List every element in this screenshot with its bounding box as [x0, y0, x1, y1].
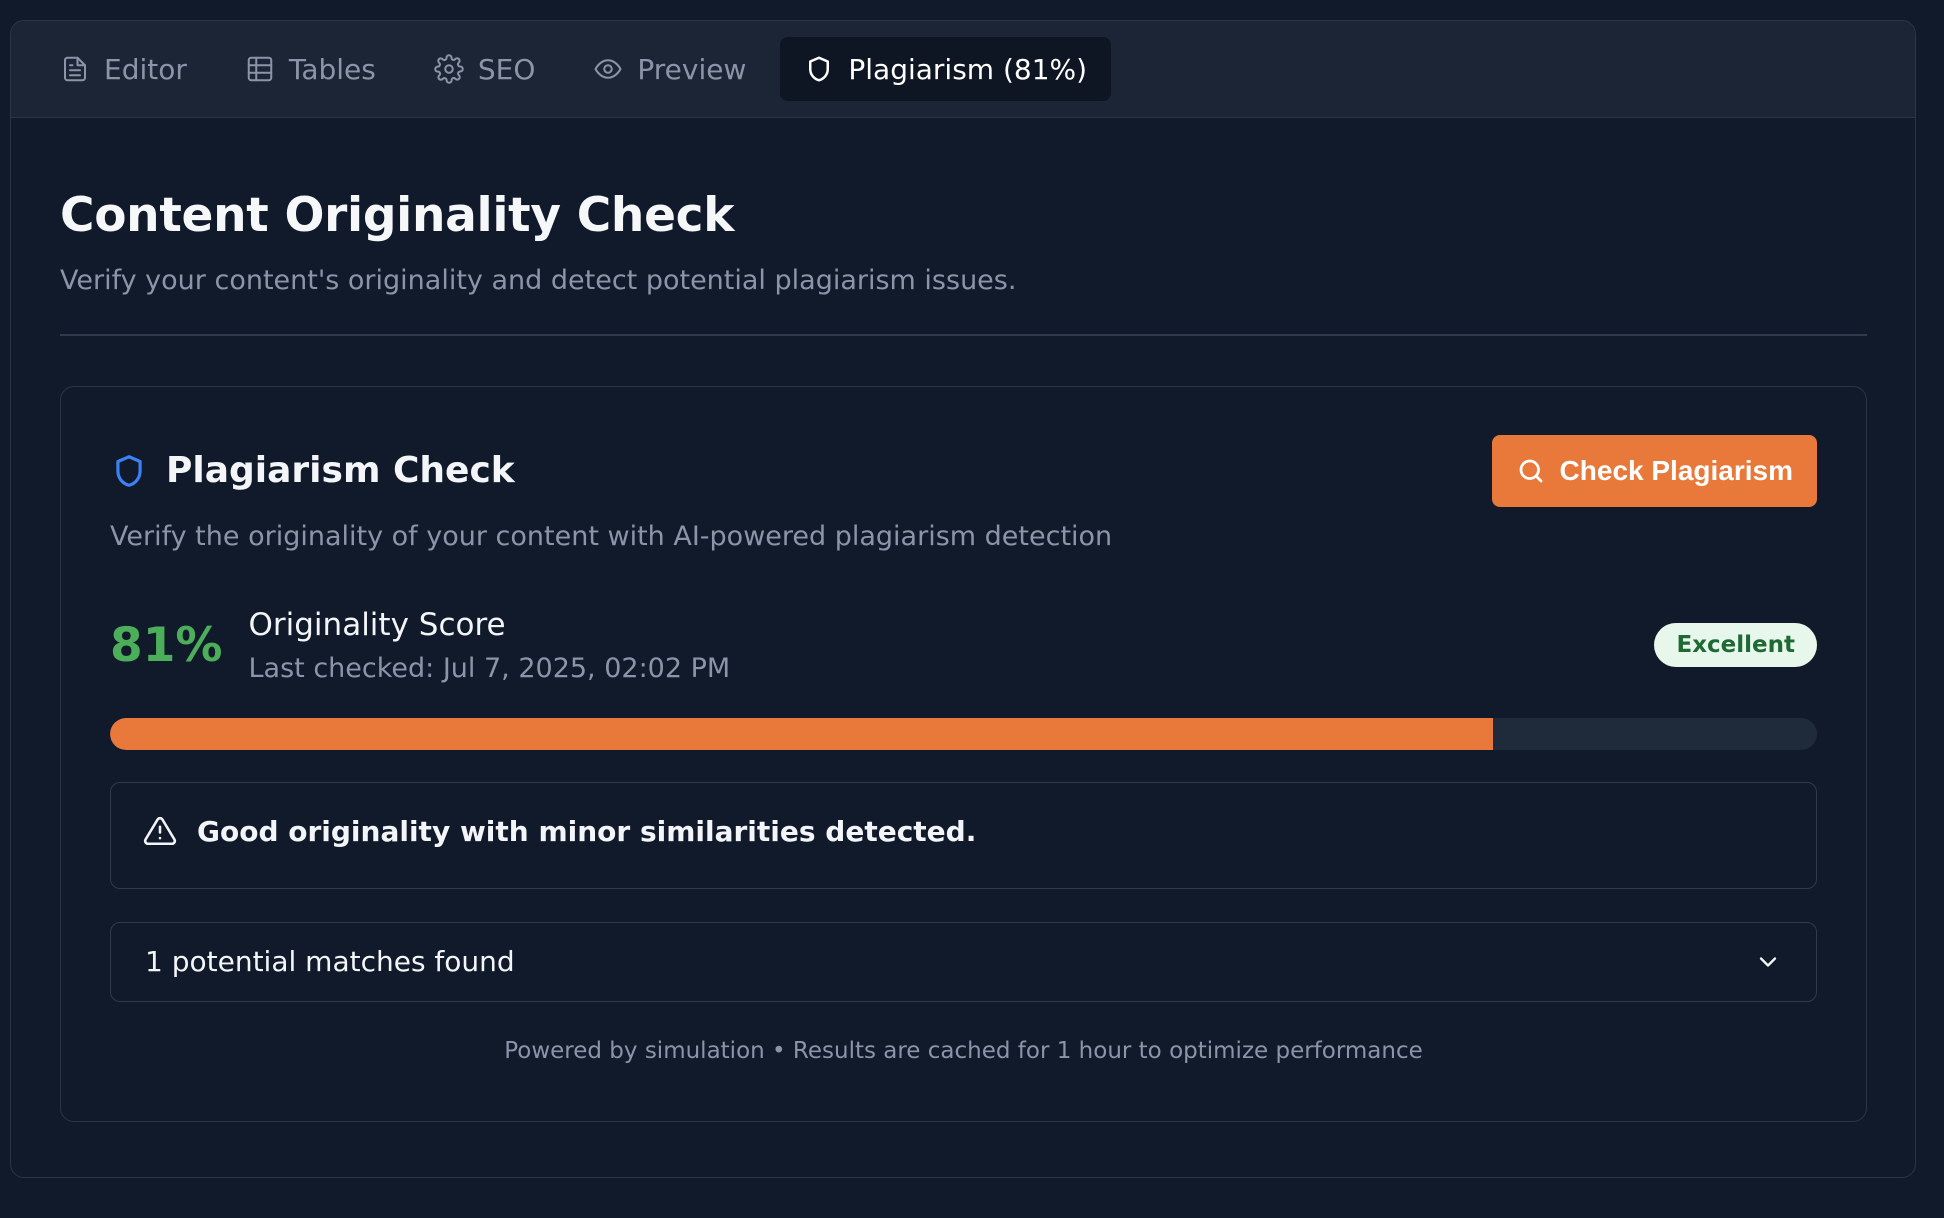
last-checked: Last checked: Jul 7, 2025, 02:02 PM — [248, 652, 731, 684]
warning-icon — [143, 816, 177, 846]
score-text: Originality Score Last checked: Jul 7, 2… — [249, 607, 731, 684]
card-subtitle: Verify the originality of your content w… — [110, 520, 1113, 552]
app-window: Editor Tables SEO Preview Plagiarism (81… — [10, 20, 1916, 1178]
page-subtitle: Verify your content's originality and de… — [60, 265, 1017, 296]
tab-seo-label: SEO — [477, 52, 536, 86]
table-icon — [247, 56, 273, 82]
search-icon — [1519, 459, 1542, 482]
shield-icon — [809, 56, 830, 82]
document-icon — [64, 56, 86, 82]
score-label: Originality Score — [248, 606, 506, 643]
alert-box: Good originality with minor similarities… — [110, 781, 1817, 889]
score-row: 81% Originality Score Last checked: Jul … — [110, 607, 1817, 684]
tab-preview[interactable]: Preview — [569, 37, 770, 101]
tab-preview-label: Preview — [637, 52, 747, 86]
tab-plagiarism-label: Plagiarism (81%) — [848, 52, 1088, 86]
matches-accordion[interactable]: 1 potential matches found — [110, 921, 1817, 1002]
card-title: Plagiarism Check — [110, 450, 515, 491]
footer-note: Powered by simulation • Results are cach… — [504, 1037, 1423, 1064]
tab-seo[interactable]: SEO — [410, 37, 560, 101]
tab-tables-label: Tables — [288, 52, 376, 86]
gear-icon — [434, 54, 464, 84]
check-plagiarism-button[interactable]: Check Plagiarism — [1491, 434, 1817, 507]
tab-tables[interactable]: Tables — [221, 37, 400, 101]
tab-editor-label: Editor — [104, 52, 187, 86]
tab-bar: Editor Tables SEO Preview Plagiarism (81… — [11, 21, 1915, 118]
eye-icon — [594, 59, 622, 79]
main-content: Content Originality Check Verify your co… — [11, 188, 1915, 1122]
matches-label: 1 potential matches found — [145, 945, 515, 978]
card-header: Plagiarism Check Check Plagiarism — [110, 434, 1817, 507]
score-percent: 81% — [110, 617, 223, 673]
chevron-down-icon — [1759, 956, 1777, 967]
alert-message: Good originality with minor similarities… — [197, 814, 977, 848]
divider — [60, 334, 1867, 336]
card-title-text: Plagiarism Check — [166, 450, 515, 491]
tab-plagiarism[interactable]: Plagiarism (81%) — [780, 37, 1112, 101]
page-title: Content Originality Check — [60, 188, 735, 243]
status-badge: Excellent — [1654, 623, 1817, 667]
check-plagiarism-label: Check Plagiarism — [1559, 454, 1793, 486]
plagiarism-card: Plagiarism Check Check Plagiarism Verify… — [60, 385, 1867, 1122]
score-info: 81% Originality Score Last checked: Jul … — [110, 607, 730, 684]
shield-icon — [116, 454, 142, 487]
tab-editor[interactable]: Editor — [36, 37, 211, 101]
progress-fill — [110, 717, 1493, 750]
originality-progress-bar — [110, 717, 1817, 750]
